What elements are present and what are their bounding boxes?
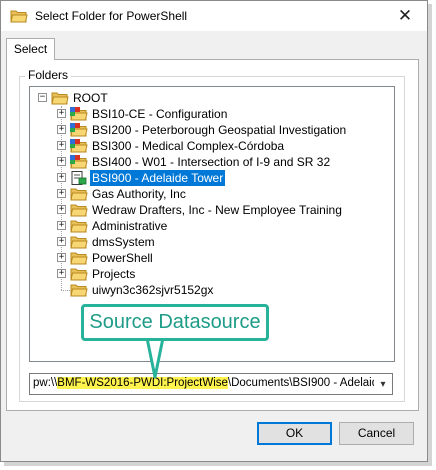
folders-group-label: Folders [25, 68, 72, 82]
ok-button[interactable]: OK [257, 422, 332, 445]
tree-item-label[interactable]: Wedraw Drafters, Inc - New Employee Trai… [90, 202, 344, 218]
tree-expander-icon[interactable]: + [57, 125, 66, 134]
tree-expander-icon[interactable]: + [57, 141, 66, 150]
tree-expander-icon[interactable]: + [57, 189, 66, 198]
tree-item-label[interactable]: PowerShell [90, 250, 155, 266]
tree-item-label[interactable]: Projects [90, 266, 137, 282]
title-bar[interactable]: Select Folder for PowerShell ✕ [1, 1, 427, 31]
folder-workset-icon [70, 139, 88, 153]
folder-icon [70, 267, 88, 281]
tree-expander-icon[interactable]: + [57, 237, 66, 246]
tree-item-label[interactable]: Administrative [90, 218, 169, 234]
close-button[interactable]: ✕ [383, 1, 427, 31]
tree-item-label[interactable]: BSI900 - Adelaide Tower [90, 170, 226, 186]
tree-root-label[interactable]: ROOT [71, 90, 110, 106]
tree-expander-icon[interactable]: + [57, 253, 66, 262]
close-icon: ✕ [397, 6, 413, 25]
tree-item-label[interactable]: BSI200 - Peterborough Geospatial Investi… [90, 122, 348, 138]
folder-document-icon [70, 171, 88, 185]
tree-item-label[interactable]: uiwyn3c362sjvr5152gx [90, 282, 215, 298]
folder-icon [70, 251, 88, 265]
path-combobox[interactable]: pw:\\BMF-WS2016-PWDI:ProjectWise\Documen… [29, 373, 393, 395]
tree-item-label[interactable]: BSI300 - Medical Complex-Córdoba [90, 138, 286, 154]
tree-item-label[interactable]: BSI10-CE - Configuration [90, 106, 229, 122]
tree-expander-icon[interactable]: + [57, 157, 66, 166]
source-datasource-callout: Source Datasource [81, 304, 269, 341]
dialog-window: Select Folder for PowerShell ✕ Select Fo… [0, 0, 428, 462]
cancel-button[interactable]: Cancel [339, 422, 414, 445]
tab-select[interactable]: Select [6, 38, 55, 60]
folder-icon [51, 91, 69, 105]
tree-expander-icon[interactable]: + [57, 269, 66, 278]
folder-icon [70, 219, 88, 233]
callout-pointer [145, 337, 165, 379]
tree-connector [61, 290, 70, 291]
tree-item-label[interactable]: BSI400 - W01 - Intersection of I-9 and S… [90, 154, 332, 170]
path-suffix: \Documents\BSI900 - Adelaide Tower [227, 377, 392, 389]
path-prefix: pw:\\ [33, 377, 58, 389]
folder-icon [70, 235, 88, 249]
folder-icon [10, 10, 28, 23]
tree-item-label[interactable]: dmsSystem [90, 234, 157, 250]
folder-workset-icon [70, 107, 88, 121]
tree-expander-icon[interactable]: + [57, 221, 66, 230]
window-title: Select Folder for PowerShell [35, 9, 188, 23]
folder-workset-icon [70, 123, 88, 137]
folder-workset-icon [70, 155, 88, 169]
tree-expander-icon[interactable]: + [57, 205, 66, 214]
root-expander-icon[interactable]: − [38, 93, 47, 102]
folder-icon [70, 283, 88, 297]
chevron-down-icon[interactable]: ▾ [374, 374, 392, 394]
folder-icon [70, 187, 88, 201]
tree-expander-icon[interactable]: + [57, 173, 66, 182]
tree-expander-icon[interactable]: + [57, 109, 66, 118]
path-value: pw:\\BMF-WS2016-PWDI:ProjectWise\Documen… [33, 377, 392, 389]
tree-item-label[interactable]: Gas Authority, Inc [90, 186, 188, 202]
folder-icon [70, 203, 88, 217]
